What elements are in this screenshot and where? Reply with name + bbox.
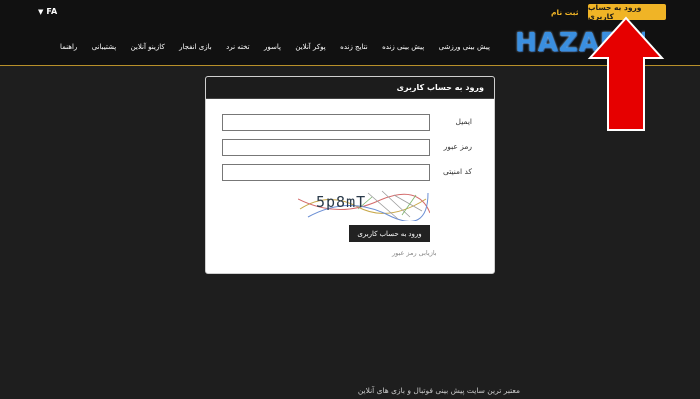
captcha-image[interactable]: 5p8mT: [297, 189, 431, 222]
nav-item-crash-game[interactable]: بازی انفجار: [179, 43, 212, 51]
password-label: رمز عبور: [443, 142, 472, 151]
email-field[interactable]: [222, 114, 430, 131]
login-card: ورود به حساب کاربری ایمیل رمز عبور کد ام…: [205, 76, 495, 274]
login-card-title: ورود به حساب کاربری: [206, 77, 494, 99]
email-row: ایمیل: [206, 114, 494, 131]
email-label: ایمیل: [455, 117, 472, 126]
nav-item-sports-betting[interactable]: پیش بینی ورزشی: [439, 43, 490, 51]
language-label: FA: [46, 7, 58, 16]
caret-down-icon: ▼: [38, 7, 44, 16]
arrow-up-icon: [587, 16, 665, 131]
nav-item-help[interactable]: راهنما: [60, 43, 77, 51]
password-row: رمز عبور: [206, 139, 494, 156]
language-selector[interactable]: ▼ FA: [38, 7, 57, 16]
password-field[interactable]: [222, 139, 430, 156]
register-link[interactable]: ثبت نام: [551, 8, 579, 17]
nav-item-pasoor[interactable]: پاسور: [264, 43, 281, 51]
captcha-label: کد امنیتی: [442, 167, 472, 176]
forgot-password-link[interactable]: بازیابی رمز عبور: [392, 249, 437, 257]
nav-item-live-betting[interactable]: پیش بینی زنده: [382, 43, 424, 51]
nav-item-support[interactable]: پشتیبانی: [92, 43, 116, 51]
main-nav: پیش بینی ورزشی پیش بینی زنده نتایج زنده …: [60, 40, 490, 54]
captcha-text: 5p8mT: [316, 193, 367, 211]
captcha-row: کد امنیتی: [206, 164, 494, 181]
submit-login-button[interactable]: ورود به حساب کاربری: [349, 225, 430, 242]
nav-item-live-results[interactable]: نتایج زنده: [340, 43, 368, 51]
nav-item-online-casino[interactable]: کازینو آنلاین: [131, 43, 165, 51]
captcha-field[interactable]: [222, 164, 430, 181]
nav-item-online-poker[interactable]: پوکر آنلاین: [295, 43, 325, 51]
nav-item-backgammon[interactable]: تخته نرد: [226, 43, 250, 51]
footer-tagline: معتبر ترین سایت پیش بینی فوتبال و بازی ه…: [357, 386, 520, 395]
